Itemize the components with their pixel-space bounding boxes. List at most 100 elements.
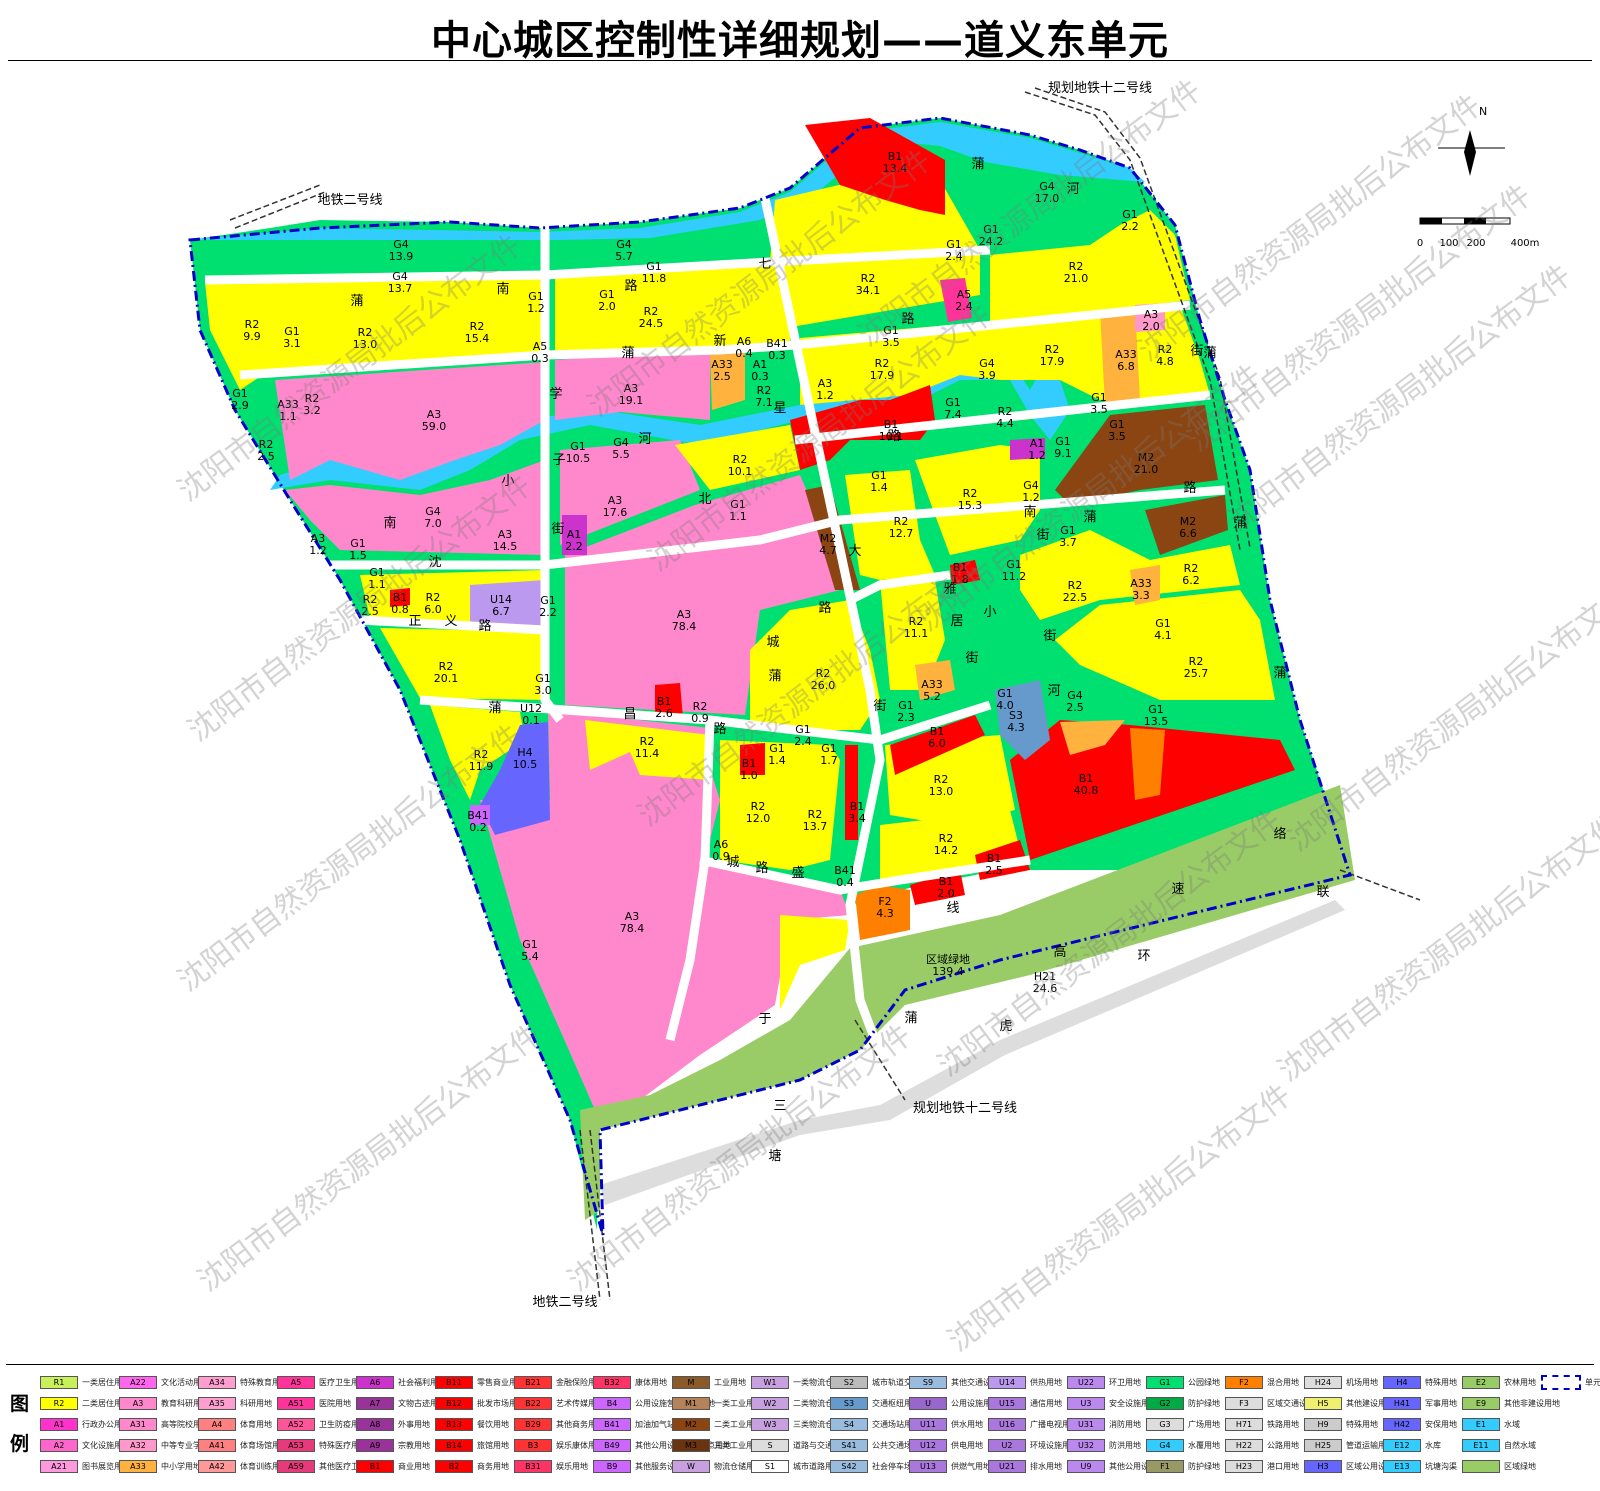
legend-text: 通信用地 bbox=[1030, 1399, 1062, 1408]
legend-swatch: A42 bbox=[198, 1460, 236, 1473]
legend-swatch: A9 bbox=[356, 1439, 394, 1452]
legend-swatch: A21 bbox=[40, 1460, 78, 1473]
legend-swatch: B29 bbox=[514, 1418, 552, 1431]
legend-swatch: U12 bbox=[909, 1439, 947, 1452]
legend-swatch: B9 bbox=[593, 1460, 631, 1473]
parcel-area-label: 5.2 bbox=[923, 690, 941, 703]
road-name-char: 路 bbox=[624, 278, 637, 294]
legend-text: 自然水域 bbox=[1504, 1441, 1536, 1450]
road-name-char: 街 bbox=[965, 651, 978, 666]
parcel-area-label: 6.0 bbox=[424, 603, 442, 616]
legend-swatch: A22 bbox=[119, 1376, 157, 1389]
parcel-area-label: 21.0 bbox=[1064, 272, 1089, 285]
road-name-char: 蒲 bbox=[904, 1011, 917, 1026]
road-name-char: 南 bbox=[383, 515, 396, 531]
legend-item: B1 商业用地 bbox=[356, 1459, 430, 1474]
parcel-area-label: 6.0 bbox=[928, 737, 946, 750]
legend-swatch: A3 bbox=[119, 1397, 157, 1410]
legend-swatch: B1 bbox=[356, 1460, 394, 1473]
road-name-char: 街 bbox=[873, 699, 886, 714]
legend-swatch: E13 bbox=[1383, 1460, 1421, 1473]
legend-swatch: S4 bbox=[830, 1418, 868, 1431]
legend-item: U2 环境设施用地 bbox=[988, 1438, 1078, 1453]
parcel-area-label: 10.1 bbox=[879, 430, 904, 443]
legend-text: 娱乐用地 bbox=[556, 1462, 588, 1471]
legend-swatch: U13 bbox=[909, 1460, 947, 1473]
legend-swatch: E1 bbox=[1462, 1418, 1500, 1431]
legend-swatch: S9 bbox=[909, 1376, 947, 1389]
parcel-area-label: 15.4 bbox=[465, 332, 490, 345]
legend-item: A52 卫生防疫用地 bbox=[277, 1417, 367, 1432]
road-name-char: 大 bbox=[848, 544, 861, 559]
legend-text: 水库 bbox=[1425, 1441, 1441, 1450]
legend-item: R1 一类居住用地 bbox=[40, 1375, 130, 1390]
f2-orange bbox=[1130, 728, 1165, 800]
road-name-char: 子 bbox=[552, 453, 565, 468]
legend-item: A51 医院用地 bbox=[277, 1396, 351, 1411]
road-name-char: 线 bbox=[946, 901, 959, 916]
legend-swatch: F3 bbox=[1225, 1397, 1263, 1410]
legend-item: U22 环卫用地 bbox=[1067, 1375, 1141, 1390]
parcel-area-label: 2.2 bbox=[539, 606, 557, 619]
parcel-area-label: 0.1 bbox=[522, 714, 540, 727]
parcel-area-label: 0.3 bbox=[531, 352, 549, 365]
road-name-char: 南 bbox=[496, 281, 509, 297]
parcel-area-label: 3.0 bbox=[534, 684, 552, 697]
legend-item: U16 广播电视用地 bbox=[988, 1417, 1078, 1432]
legend-text: 工业用地 bbox=[714, 1378, 746, 1387]
legend-item: A33 中小学用地 bbox=[119, 1459, 201, 1474]
parcel-area-label: 7.4 bbox=[944, 408, 962, 421]
legend-swatch: A6 bbox=[356, 1376, 394, 1389]
legend-text: 防护绿地 bbox=[1188, 1462, 1220, 1471]
parcel-area-label: 2.4 bbox=[794, 735, 812, 748]
legend-swatch: A41 bbox=[198, 1439, 236, 1452]
road-name-char: 蒲 bbox=[768, 669, 781, 684]
legend-swatch: R1 bbox=[40, 1376, 78, 1389]
legend-text: 农林用地 bbox=[1504, 1378, 1536, 1387]
legend-swatch: A52 bbox=[277, 1418, 315, 1431]
legend-swatch: B49 bbox=[593, 1439, 631, 1452]
parcel-area-label: 4.4 bbox=[996, 417, 1014, 430]
legend-swatch: M bbox=[672, 1376, 710, 1389]
legend-text: 供燃气用地 bbox=[951, 1462, 991, 1471]
road-name-char: 路 bbox=[1183, 480, 1196, 496]
legend-text: 机场用地 bbox=[1346, 1378, 1378, 1387]
road-name-char: 星 bbox=[773, 401, 786, 416]
legend-swatch: H71 bbox=[1225, 1418, 1263, 1431]
legend-item: H42 安保用地 bbox=[1383, 1417, 1457, 1432]
legend-item: A6 社会福利用地 bbox=[356, 1375, 446, 1390]
legend-item: H25 管道运输用地 bbox=[1304, 1438, 1394, 1453]
subway-label: 规划地铁十二号线 bbox=[1048, 81, 1152, 96]
legend-item: B32 康体用地 bbox=[593, 1375, 667, 1390]
parcel-area-label: 3.4 bbox=[848, 812, 866, 825]
legend-item: H41 军事用地 bbox=[1383, 1396, 1457, 1411]
parcel-area-label: 5.7 bbox=[615, 250, 633, 263]
legend-item: A41 体育场馆用地 bbox=[198, 1438, 288, 1453]
legend-swatch: H42 bbox=[1383, 1418, 1421, 1431]
road-name-char: 路 bbox=[478, 618, 491, 634]
road-name-char: 义 bbox=[444, 614, 457, 629]
parcel-area-label: 59.0 bbox=[422, 420, 447, 433]
legend-item: G4 水覆用地 bbox=[1146, 1438, 1220, 1453]
legend-text: 混合用地 bbox=[1267, 1378, 1299, 1387]
legend-text: 特殊用地 bbox=[1425, 1378, 1457, 1387]
legend-item: H4 特殊用地 bbox=[1383, 1375, 1457, 1390]
subway-label: 规划地铁十二号线 bbox=[913, 1101, 1017, 1116]
legend-text: 军事用地 bbox=[1425, 1399, 1457, 1408]
parcel-area-label: 1.2 bbox=[527, 302, 545, 315]
road-name-char: 蒲 bbox=[1203, 346, 1216, 361]
legend-item: B12 批发市场用地 bbox=[435, 1396, 525, 1411]
parcel-area-label: 11.4 bbox=[635, 747, 660, 760]
legend-swatch: G2 bbox=[1146, 1397, 1184, 1410]
parcel-area-label: 20.1 bbox=[434, 672, 459, 685]
parcel-area-label: 14.2 bbox=[934, 844, 959, 857]
parcel-area-label: 3.5 bbox=[1090, 403, 1108, 416]
parcel-area-label: 0.2 bbox=[469, 821, 487, 834]
legend-text: 外事用地 bbox=[398, 1420, 430, 1429]
parcel-area-label: 1.5 bbox=[349, 549, 367, 562]
legend-item: W 物流仓储用地 bbox=[672, 1459, 762, 1474]
legend-swatch: G3 bbox=[1146, 1418, 1184, 1431]
parcel-area-label: 4.3 bbox=[876, 907, 894, 920]
road-name-char: 街 bbox=[1190, 344, 1203, 359]
legend-swatch: H23 bbox=[1225, 1460, 1263, 1473]
